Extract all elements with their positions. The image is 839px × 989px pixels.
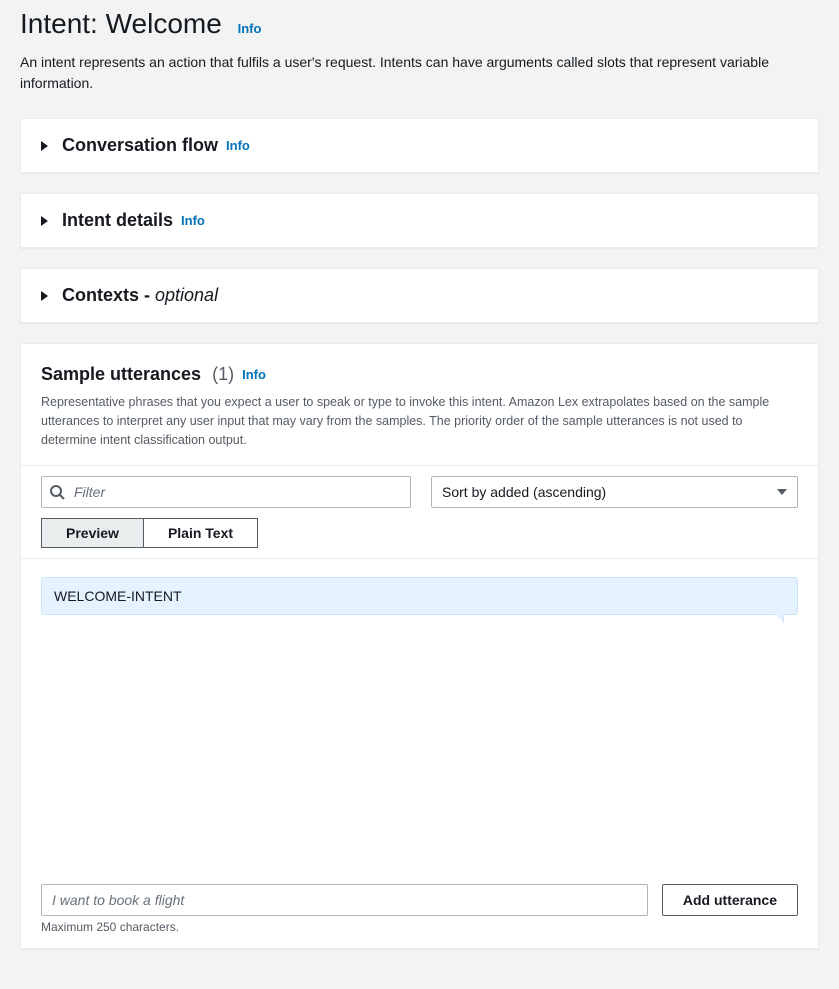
add-utterance-input[interactable] — [41, 884, 648, 916]
sample-utterances-description: Representative phrases that you expect a… — [21, 393, 818, 465]
panel-header-sample-utterances: Sample utterances (1) Info — [21, 344, 818, 393]
chevron-down-icon — [777, 489, 787, 495]
panel-intent-details: Intent details Info — [20, 193, 819, 248]
add-utterance-button[interactable]: Add utterance — [662, 884, 798, 916]
panel-title-conversation-flow: Conversation flow — [62, 135, 218, 156]
panel-title-contexts: Contexts - optional — [62, 285, 218, 306]
add-row: Add utterance — [21, 874, 818, 920]
sort-select[interactable]: Sort by added (ascending) — [431, 476, 798, 508]
contexts-title-prefix: Contexts - — [62, 285, 155, 305]
contexts-optional-label: optional — [155, 285, 218, 305]
panel-sample-utterances: Sample utterances (1) Info Representativ… — [20, 343, 819, 949]
page-title: Intent: Welcome Info — [20, 0, 819, 52]
panel-title-intent-details: Intent details — [62, 210, 173, 231]
tab-preview[interactable]: Preview — [41, 518, 143, 548]
info-link-sample-utterances[interactable]: Info — [242, 367, 266, 382]
info-link-conversation-flow[interactable]: Info — [226, 138, 250, 153]
info-link-intent-details[interactable]: Info — [181, 213, 205, 228]
caret-right-icon — [41, 216, 48, 226]
panel-header-conversation-flow[interactable]: Conversation flow Info — [21, 119, 818, 172]
panel-header-contexts[interactable]: Contexts - optional — [21, 269, 818, 322]
sort-select-label: Sort by added (ascending) — [442, 484, 606, 500]
sample-utterances-title-text: Sample utterances — [41, 364, 201, 384]
panel-conversation-flow: Conversation flow Info — [20, 118, 819, 173]
tab-plain-text[interactable]: Plain Text — [143, 518, 258, 548]
utterance-area: WELCOME-INTENT — [21, 558, 818, 874]
sample-utterances-count: (1) — [212, 364, 234, 384]
char-hint: Maximum 250 characters. — [21, 920, 818, 948]
caret-right-icon — [41, 291, 48, 301]
info-link-header[interactable]: Info — [238, 21, 262, 36]
filter-wrap — [41, 476, 411, 508]
utterance-item[interactable]: WELCOME-INTENT — [41, 577, 798, 615]
toggle-row: Preview Plain Text — [21, 518, 818, 558]
filter-input[interactable] — [41, 476, 411, 508]
page-title-text: Intent: Welcome — [20, 8, 222, 39]
panel-header-intent-details[interactable]: Intent details Info — [21, 194, 818, 247]
panel-title-sample-utterances: Sample utterances (1) — [41, 364, 234, 385]
panel-contexts: Contexts - optional — [20, 268, 819, 323]
controls-row: Sort by added (ascending) — [21, 466, 818, 518]
caret-right-icon — [41, 141, 48, 151]
search-icon — [49, 484, 65, 500]
page-description: An intent represents an action that fulf… — [20, 52, 819, 94]
